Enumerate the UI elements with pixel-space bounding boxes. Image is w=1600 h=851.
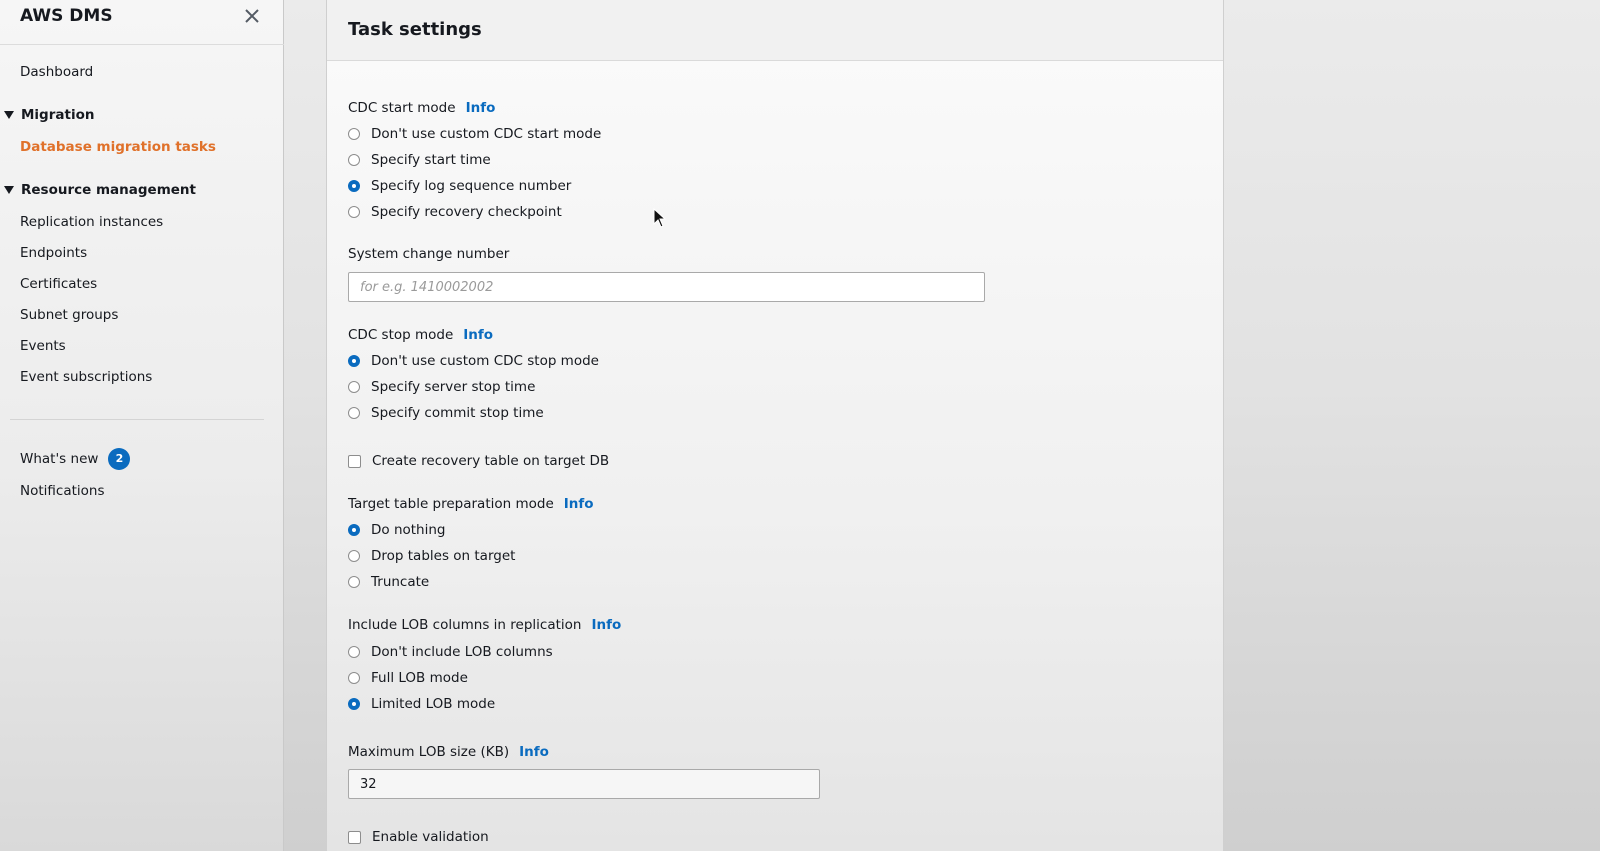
field-label-text: Include LOB columns in replication [348,617,582,633]
radio-label: Full LOB mode [371,670,468,686]
radio-label: Truncate [371,574,430,590]
notification-count-badge: 2 [108,448,131,470]
navigation-sidebar: AWS DMS Dashboard Migration Database mig… [0,0,284,851]
caret-down-icon [4,111,14,119]
max-lob-size-label: Maximum LOB size (KB) Info [348,744,549,760]
radio-button-selected[interactable] [348,698,360,710]
sidebar-item-label: What's new [20,451,99,467]
radio-cdc-stop-default[interactable]: Don't use custom CDC stop mode [348,353,599,369]
field-label-text: Maximum LOB size (KB) [348,744,510,760]
radio-button[interactable] [348,128,360,140]
target-prep-mode-info-link[interactable]: Info [564,496,594,512]
radio-label: Don't use custom CDC stop mode [371,353,599,369]
panel-title: Task settings [348,19,482,40]
task-settings-panel: Task settings CDC start mode Info Don't u… [326,0,1224,851]
sidebar-item-events[interactable]: Events [20,338,66,354]
field-label-text: CDC stop mode [348,327,454,343]
radio-button[interactable] [348,646,360,658]
radio-label: Specify server stop time [371,379,536,395]
sidebar-item-database-migration-tasks[interactable]: Database migration tasks [20,139,216,155]
radio-button[interactable] [348,672,360,684]
radio-label: Do nothing [371,522,446,538]
sidebar-item-subnet-groups[interactable]: Subnet groups [20,307,118,323]
radio-lob-dont-include[interactable]: Don't include LOB columns [348,644,553,660]
enable-validation-option[interactable]: Enable validation [348,829,489,845]
radio-label: Specify log sequence number [371,178,572,194]
radio-label: Don't include LOB columns [371,644,553,660]
panel-header: Task settings [327,0,1223,61]
radio-button[interactable] [348,154,360,166]
field-label-text: CDC start mode [348,100,456,116]
radio-label: Specify start time [371,152,491,168]
sidebar-item-notifications[interactable]: Notifications [20,483,105,499]
sidebar-section-label: Resource management [21,182,196,198]
max-lob-size-input[interactable] [348,769,820,799]
create-recovery-table-checkbox[interactable] [348,454,361,468]
sidebar-item-certificates[interactable]: Certificates [20,276,97,292]
lob-columns-label: Include LOB columns in replication Info [348,617,621,633]
sidebar-item-dashboard[interactable]: Dashboard [20,64,93,80]
radio-cdc-start-recovery-checkpoint[interactable]: Specify recovery checkpoint [348,204,562,220]
cdc-start-mode-info-link[interactable]: Info [466,100,496,116]
system-change-number-label: System change number [348,246,510,262]
radio-button-selected[interactable] [348,355,360,367]
radio-cdc-stop-server-time[interactable]: Specify server stop time [348,379,535,395]
radio-cdc-start-default[interactable]: Don't use custom CDC start mode [348,126,601,142]
radio-button[interactable] [348,407,360,419]
radio-button[interactable] [348,550,360,562]
radio-button-selected[interactable] [348,180,360,192]
radio-label: Drop tables on target [371,548,516,564]
radio-prep-drop-tables[interactable]: Drop tables on target [348,548,515,564]
close-icon [245,9,259,23]
radio-cdc-start-time[interactable]: Specify start time [348,152,491,168]
sidebar-section-label: Migration [21,107,95,123]
radio-lob-limited[interactable]: Limited LOB mode [348,696,495,712]
sidebar-header-divider [0,44,284,45]
radio-prep-do-nothing[interactable]: Do nothing [348,522,446,538]
enable-validation-checkbox[interactable] [348,830,361,844]
sidebar-section-migration[interactable]: Migration [4,107,94,123]
cdc-stop-mode-label: CDC stop mode Info [348,327,493,343]
radio-lob-full[interactable]: Full LOB mode [348,670,468,686]
mouse-pointer-icon [653,208,667,228]
create-recovery-table-option[interactable]: Create recovery table on target DB [348,453,609,469]
service-title: AWS DMS [20,6,113,26]
cdc-start-mode-label: CDC start mode Info [348,100,495,116]
target-prep-mode-label: Target table preparation mode Info [348,496,594,512]
radio-label: Specify commit stop time [371,405,544,421]
sidebar-item-whats-new[interactable]: What's new 2 [20,448,131,470]
radio-label: Specify recovery checkpoint [371,204,562,220]
radio-label: Limited LOB mode [371,696,496,712]
radio-button[interactable] [348,206,360,218]
system-change-number-input[interactable] [348,272,985,302]
radio-button-selected[interactable] [348,524,360,536]
sidebar-section-resource-management[interactable]: Resource management [4,182,196,198]
checkbox-label: Enable validation [372,829,489,845]
radio-button[interactable] [348,381,360,393]
sidebar-item-event-subscriptions[interactable]: Event subscriptions [20,369,152,385]
max-lob-size-info-link[interactable]: Info [519,744,549,760]
sidebar-divider [10,419,264,420]
radio-cdc-start-log-sequence[interactable]: Specify log sequence number [348,178,571,194]
checkbox-label: Create recovery table on target DB [372,453,610,469]
radio-prep-truncate[interactable]: Truncate [348,574,429,590]
sidebar-item-endpoints[interactable]: Endpoints [20,245,87,261]
lob-columns-info-link[interactable]: Info [591,617,621,633]
close-sidebar-button[interactable] [240,4,264,28]
field-label-text: Target table preparation mode [348,496,554,512]
radio-button[interactable] [348,576,360,588]
radio-cdc-stop-commit-time[interactable]: Specify commit stop time [348,405,544,421]
caret-down-icon [4,186,14,194]
cdc-stop-mode-info-link[interactable]: Info [463,327,493,343]
sidebar-item-replication-instances[interactable]: Replication instances [20,214,163,230]
radio-label: Don't use custom CDC start mode [371,126,602,142]
